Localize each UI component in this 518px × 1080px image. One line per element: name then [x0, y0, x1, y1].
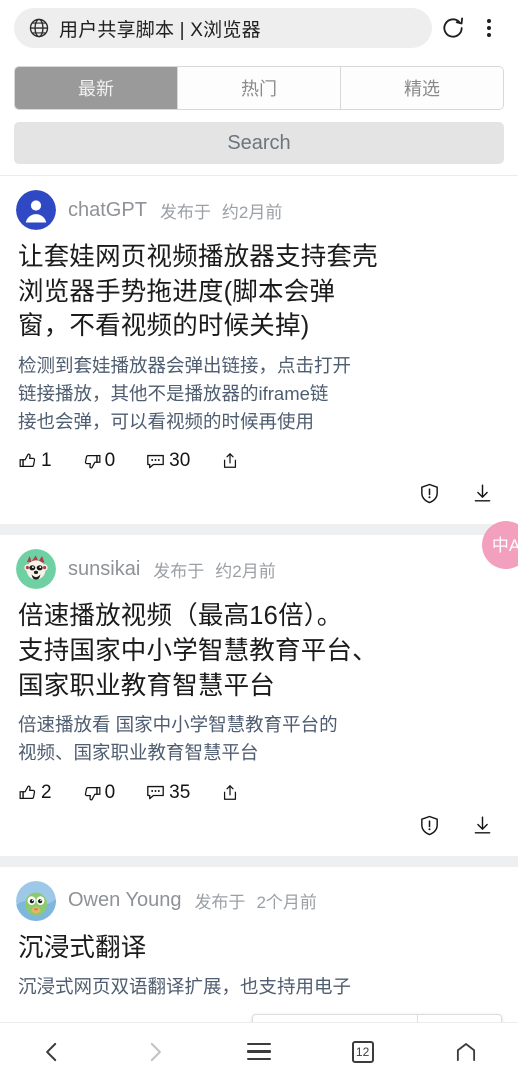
more-vertical-icon: [487, 16, 492, 40]
like-button[interactable]: 1: [18, 450, 52, 472]
script-title[interactable]: 让套娃网页视频播放器支持套壳 浏览器手势拖进度(脚本会弹 窗，不看视频的时候关掉…: [0, 240, 518, 344]
comment-button[interactable]: 30: [145, 450, 190, 472]
browser-toolbar: 用户共享脚本 | X浏览器: [0, 0, 518, 56]
thumbs-down-icon: [82, 783, 102, 803]
post-author[interactable]: Owen Young: [68, 889, 181, 912]
floating-translate-label: 中A: [492, 537, 518, 554]
forward-button[interactable]: [104, 1023, 208, 1080]
posted-label: 发布于: [153, 557, 204, 582]
card-footer-icons: [0, 472, 518, 514]
home-icon: [453, 1039, 479, 1065]
script-card[interactable]: Owen Young 发布于 2个月前 沉浸式翻译 沉浸式网页双语翻译扩展，也支…: [0, 856, 518, 1012]
card-header: chatGPT 发布于 约2月前: [0, 190, 518, 230]
share-icon: [220, 451, 240, 471]
install-button[interactable]: [471, 814, 494, 842]
avatar: [16, 190, 56, 230]
avatar: [16, 549, 56, 589]
posted-label: 发布于: [160, 198, 211, 223]
report-button[interactable]: [418, 482, 441, 510]
menu-button[interactable]: [207, 1023, 311, 1080]
search-placeholder: Search: [227, 132, 290, 155]
share-button[interactable]: [220, 783, 240, 803]
tab-featured[interactable]: 精选: [341, 67, 503, 109]
chevron-right-icon: [142, 1039, 168, 1065]
tab-featured-label: 精选: [404, 75, 440, 101]
browser-menu-button[interactable]: [472, 9, 506, 47]
card-footer-icons: [0, 804, 518, 846]
reload-button[interactable]: [434, 9, 472, 47]
back-button[interactable]: [0, 1023, 104, 1080]
dislike-count: 0: [105, 782, 116, 804]
script-title[interactable]: 倍速播放视频（最高16倍）。 支持国家中小学智慧教育平台、 国家职业教育智慧平台: [0, 599, 518, 703]
card-actions: 1 0 30: [0, 436, 518, 472]
script-card[interactable]: chatGPT 发布于 约2月前 让套娃网页视频播放器支持套壳 浏览器手势拖进度…: [0, 176, 518, 524]
tab-latest[interactable]: 最新: [15, 67, 178, 109]
thumbs-up-icon: [18, 451, 38, 471]
thumbs-up-icon: [18, 783, 38, 803]
translate-divider: [417, 1015, 418, 1022]
avatar: [16, 881, 56, 921]
home-button[interactable]: [414, 1023, 518, 1080]
install-button[interactable]: [471, 482, 494, 510]
share-icon: [220, 783, 240, 803]
report-button[interactable]: [418, 814, 441, 842]
browser-bottom-nav: 12: [0, 1022, 518, 1080]
posted-label: 发布于: [194, 888, 245, 913]
search-section: Search: [0, 110, 518, 176]
post-author[interactable]: chatGPT: [68, 199, 147, 222]
post-time: 约2月前: [222, 198, 282, 223]
script-card[interactable]: 中A: [0, 524, 518, 855]
script-title[interactable]: 沉浸式翻译: [0, 931, 518, 966]
tab-count-badge: 12: [352, 1041, 374, 1063]
dislike-count: 0: [105, 450, 116, 472]
tab-latest-label: 最新: [78, 75, 114, 101]
webpage-viewport: 最新 热门 精选 Search: [0, 56, 518, 1022]
post-author[interactable]: sunsikai: [68, 558, 140, 581]
address-bar[interactable]: 用户共享脚本 | X浏览器: [14, 8, 432, 48]
script-description: 沉浸式网页双语翻译扩展，也支持用电子: [0, 965, 518, 1001]
card-header: sunsikai 发布于 约2月前: [0, 549, 518, 589]
share-button[interactable]: [220, 451, 240, 471]
report-shield-icon: [418, 482, 441, 505]
download-icon: [471, 814, 494, 837]
dislike-button[interactable]: 0: [82, 450, 116, 472]
card-header: Owen Young 发布于 2个月前: [0, 881, 518, 921]
browser-window: 用户共享脚本 | X浏览器 最新 热门 精选: [0, 0, 518, 1080]
script-description: 检测到套娃播放器会弹出链接，点击打开 链接播放，其他不是播放器的iframe链 …: [0, 344, 518, 436]
dislike-button[interactable]: 0: [82, 782, 116, 804]
hamburger-menu-icon: [247, 1043, 271, 1060]
post-time: 约2月前: [215, 557, 275, 582]
user-avatar-blue-icon: [16, 190, 56, 230]
character-avatar-blue-icon: [16, 881, 56, 921]
report-shield-icon: [418, 814, 441, 837]
card-actions: 2 0 35: [0, 768, 518, 804]
comment-icon: [145, 451, 166, 472]
like-count: 1: [41, 450, 52, 472]
category-tabs: 最新 热门 精选: [14, 66, 504, 110]
globe-icon: [28, 17, 50, 39]
translate-toolbar[interactable]: A あ Translate ZH: [252, 1014, 502, 1022]
reload-icon: [440, 15, 466, 41]
comment-count: 35: [169, 782, 190, 804]
script-description: 倍速播放看 国家中小学智慧教育平台的 视频、国家职业教育智慧平台: [0, 703, 518, 767]
like-button[interactable]: 2: [18, 782, 52, 804]
thumbs-down-icon: [82, 451, 102, 471]
tab-popular-label: 热门: [241, 75, 277, 101]
comment-icon: [145, 782, 166, 803]
chevron-left-icon: [39, 1039, 65, 1065]
download-icon: [471, 482, 494, 505]
post-time: 2个月前: [256, 888, 316, 913]
address-bar-title: 用户共享脚本 | X浏览器: [59, 15, 261, 42]
tab-switcher-button[interactable]: 12: [311, 1023, 415, 1080]
search-input[interactable]: Search: [14, 122, 504, 164]
panda-avatar-green-icon: [16, 549, 56, 589]
comment-count: 30: [169, 450, 190, 472]
tab-popular[interactable]: 热门: [178, 67, 341, 109]
comment-button[interactable]: 35: [145, 782, 190, 804]
like-count: 2: [41, 782, 52, 804]
